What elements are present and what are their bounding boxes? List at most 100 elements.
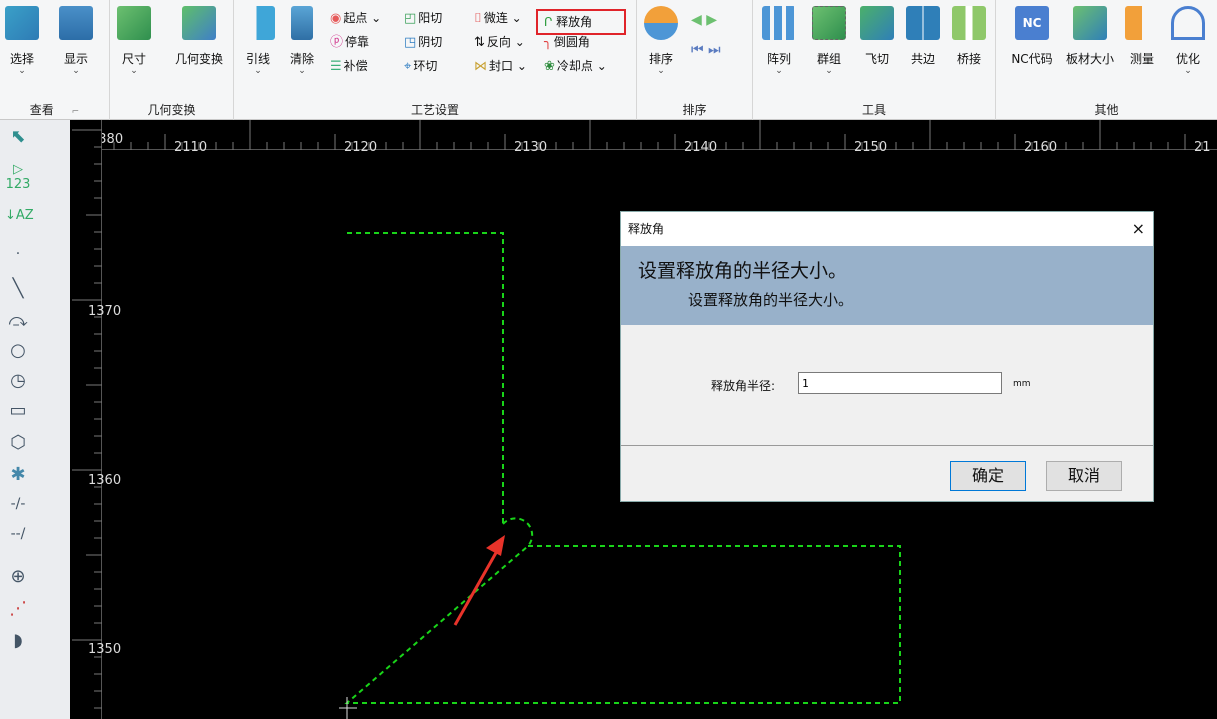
cancel-button[interactable]: 取消 [1046, 461, 1122, 491]
bridge-button[interactable]: 桥接 [949, 6, 989, 67]
round-corner-button[interactable]: ╮ 倒圆角 [544, 32, 590, 52]
group-button[interactable]: 群组 ⌄ [809, 6, 849, 76]
yang-cut-button[interactable]: ◰ 阳切 [404, 8, 442, 28]
measure-icon [1125, 6, 1159, 40]
order-numbers-icon[interactable]: ▷ 123 [5, 162, 31, 192]
measure-button[interactable]: 测量 [1122, 6, 1162, 67]
dash-line-icon[interactable]: -/- [5, 496, 31, 512]
compensate-button[interactable]: ☰ 补偿 [330, 56, 368, 76]
chevron-down-icon: ⌄ [18, 66, 26, 76]
transform-button[interactable]: 几何变换 [174, 6, 224, 67]
sort-button[interactable]: 排序 ⌄ [641, 6, 681, 76]
nc-code-button[interactable]: NC NC代码 [1004, 6, 1060, 67]
shape-icon[interactable]: ◗ [5, 630, 31, 651]
chevron-down-icon: ⌄ [72, 66, 80, 76]
lead-icon [241, 6, 275, 40]
point-icon[interactable]: · [5, 246, 31, 262]
bridge-icon [952, 6, 986, 40]
origin-cross-icon [339, 697, 357, 719]
common-edge-icon [906, 6, 940, 40]
align-center-icon[interactable]: ⊕ [5, 566, 31, 587]
clear-button[interactable]: 清除 ⌄ [282, 6, 322, 76]
ribbon-toolbar: 选择 ⌄ 显示 ⌄ 查看 ⌐ 尺寸 ⌄ 几何变换 几何变换 引线 ⌄ 清除 ⌄ ◉ 起点 ⌄… [0, 0, 1217, 120]
stop-icon: ⓟ [330, 35, 344, 50]
display-button[interactable]: 显示 ⌄ [56, 6, 96, 76]
compensate-icon: ☰ [330, 59, 342, 74]
group-icon [812, 6, 846, 40]
vruler-ticks [72, 129, 102, 709]
polygon-icon[interactable]: ⬡ [5, 432, 31, 453]
polyline-icon[interactable]: ⤼ [5, 310, 31, 331]
release-corner-dialog: 释放角 × 设置释放角的半径大小。 设置释放角的半径大小。 释放角半径: mm … [620, 211, 1154, 502]
radius-input[interactable] [798, 372, 1002, 394]
ok-button[interactable]: 确定 [950, 461, 1026, 491]
array-button[interactable]: 阵列 ⌄ [759, 6, 799, 76]
trash-icon [291, 6, 313, 40]
line-icon[interactable]: ╲ [5, 278, 31, 299]
ring-cut-button[interactable]: ⌖ 环切 [404, 56, 437, 76]
rectangle-icon[interactable]: ▭ [5, 400, 31, 421]
seal-button[interactable]: ⋈ 封口 ⌄ [474, 56, 527, 76]
scatter-icon[interactable]: ⋰ [5, 598, 31, 619]
release-corner-circle [502, 517, 534, 547]
cooling-point-button[interactable]: ❀ 冷却点 ⌄ [544, 56, 607, 76]
arc-icon[interactable]: ◷ [5, 370, 31, 391]
chevron-down-icon: ⌄ [298, 66, 306, 76]
lead-button[interactable]: 引线 ⌄ [238, 6, 278, 76]
transform-icon [182, 6, 216, 40]
yin-cut-button[interactable]: ◳ 阴切 [404, 32, 442, 52]
micro-join-icon: ⌷ [474, 11, 482, 26]
select-arrow-icon[interactable]: ⬉ [5, 126, 31, 147]
view-group: 选择 ⌄ 显示 ⌄ 查看 ⌐ [0, 0, 110, 120]
dash-line-end-icon[interactable]: --/ [5, 526, 31, 542]
cooling-point-icon: ❀ [544, 59, 555, 74]
annotation-arrow-shaft [453, 550, 499, 626]
yang-cut-icon: ◰ [404, 11, 417, 26]
horizontal-ruler: 1380 2110 2120 2130 2140 2150 2160 21 [70, 120, 1217, 155]
circle-icon[interactable]: ○ [5, 340, 31, 361]
release-corner-button[interactable]: Ր 释放角 [536, 9, 626, 35]
chevron-down-icon: ⌄ [775, 66, 783, 76]
chevron-down-icon: ⌄ [254, 66, 262, 76]
sheet-size-icon [1073, 6, 1107, 40]
size-button[interactable]: 尺寸 ⌄ [114, 6, 154, 76]
sort-icon [644, 6, 678, 40]
tools-group: 阵列 ⌄ 群组 ⌄ 飞切 共边 桥接 工具 [753, 0, 996, 120]
round-corner-icon: ╮ [544, 35, 552, 50]
fly-cut-icon [860, 6, 894, 40]
sort-az-icon[interactable]: ↓AZ [5, 208, 34, 223]
dialog-banner: 设置释放角的半径大小。 设置释放角的半径大小。 [621, 246, 1153, 325]
other-group: NC NC代码 板材大小 测量 优化 ⌄ 其他 [996, 0, 1217, 120]
stop-button[interactable]: ⓟ 停靠 [330, 32, 369, 52]
dialog-launcher-icon[interactable]: ⌐ [72, 107, 80, 117]
other-group-label: 其他 [1094, 103, 1119, 117]
sort-group: 排序 ⌄ ◀ ▶ ⏮ ⏭ 排序 [637, 0, 753, 120]
sort-group-label: 排序 [682, 103, 707, 117]
select-button[interactable]: 选择 ⌄ [2, 6, 42, 76]
fly-cut-button[interactable]: 飞切 [857, 6, 897, 67]
close-icon[interactable]: × [1132, 212, 1145, 246]
start-point-icon: ◉ [330, 11, 342, 26]
chevron-down-icon: ⌄ [1184, 66, 1192, 76]
release-corner-icon: Ր [544, 15, 553, 29]
start-point-button[interactable]: ◉ 起点 ⌄ [330, 8, 381, 28]
reverse-button[interactable]: ⇅ 反向 ⌄ [474, 32, 525, 52]
tools-group-label: 工具 [861, 103, 886, 117]
radius-label: 释放角半径: [711, 379, 776, 393]
sheet-size-button[interactable]: 板材大小 [1060, 6, 1120, 67]
micro-join-button[interactable]: ⌷ 微连 ⌄ [474, 8, 522, 28]
ring-cut-icon: ⌖ [404, 59, 412, 74]
star-icon[interactable]: ✱ [5, 464, 31, 485]
nc-code-icon: NC [1015, 6, 1049, 40]
common-edge-button[interactable]: 共边 [903, 6, 943, 67]
yin-cut-icon: ◳ [404, 35, 417, 50]
chevron-down-icon: ⌄ [130, 66, 138, 76]
view-group-label: 查看 ⌐ [29, 103, 80, 117]
display-icon [59, 6, 93, 40]
optimize-button[interactable]: 优化 ⌄ [1168, 6, 1208, 76]
sort-nav-icons-bottom[interactable]: ⏮ ⏭ [691, 40, 721, 60]
size-icon [117, 6, 151, 40]
sort-nav-icons-top[interactable]: ◀ ▶ [691, 10, 717, 30]
reverse-icon: ⇅ [474, 35, 485, 50]
dialog-title: 释放角 [628, 222, 665, 236]
